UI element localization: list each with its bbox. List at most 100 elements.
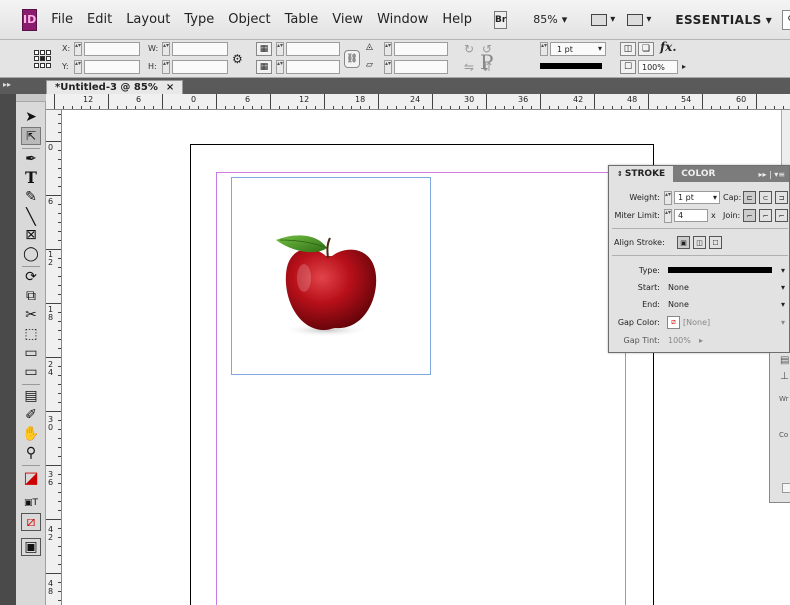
vertical-scrollbar[interactable] [781,110,790,170]
w-field[interactable] [172,42,228,56]
x-field[interactable] [84,42,140,56]
gap-tint-value[interactable]: 100% [668,336,691,345]
document-tab[interactable]: *Untitled-3 @ 85% × [46,80,184,94]
drop-shadow-icon[interactable]: ❏ [638,42,654,56]
screen-mode-dropdown[interactable]: ▾ [627,13,651,26]
shear-field[interactable] [394,60,448,74]
chevron-down-icon[interactable]: ▾ [781,300,789,309]
panel-icon[interactable]: ▤ [780,355,789,366]
weight-stepper[interactable]: ▴▾ [664,191,672,205]
panel-menu-icon[interactable]: ▸▸ | ▾≡ [758,166,789,182]
scissors-icon[interactable]: ✂ [21,306,41,324]
effects-icon[interactable]: fx. [660,40,677,54]
x-stepper[interactable]: ▴▾ [74,42,82,56]
vertical-ruler[interactable]: 0 6 1 2 1 8 2 4 3 0 3 6 4 2 4 8 [46,110,62,605]
ellipse-icon[interactable]: ◯ [21,245,41,263]
stroke-weight-stepper[interactable]: ▴▾ [540,42,548,56]
h-stepper[interactable]: ▴▾ [162,60,170,74]
chevron-down-icon[interactable]: ▾ [781,318,789,327]
menu-help[interactable]: Help [442,12,472,27]
tab-stroke[interactable]: ⇕ STROKE [609,166,674,182]
w-stepper[interactable]: ▴▾ [162,42,170,56]
formatting-affects-icon[interactable]: ▣T [21,494,41,512]
projecting-cap-icon[interactable]: ⊐ [775,191,788,204]
chevron-right-icon[interactable]: ▸ [699,336,703,345]
bevel-join-icon[interactable]: ⌐ [775,209,788,222]
image-frame[interactable] [231,177,431,375]
butt-cap-icon[interactable]: ⊏ [743,191,756,204]
miter-stepper[interactable]: ▴▾ [664,209,672,223]
bridge-button[interactable]: Br [493,10,508,29]
type-icon[interactable]: T [21,168,41,187]
scale-x-icon[interactable]: ▦ [256,42,272,56]
start-value[interactable]: None [668,283,689,292]
horizontal-ruler[interactable]: 12 6 0 6 12 18 24 30 36 42 48 54 60 [46,94,790,110]
menu-type[interactable]: Type [184,12,214,27]
zoom-dropdown[interactable]: 85% ▾ [533,13,567,26]
note-icon[interactable]: ▤ [21,387,41,405]
gap-color-value[interactable]: [None] [683,318,710,327]
zoom-icon[interactable]: ⚲ [21,444,41,462]
constrain-proportions-icon[interactable]: ⚙ [232,52,243,66]
scale-y-field[interactable] [286,60,340,74]
scale-x-field[interactable] [286,42,340,56]
hand-icon[interactable]: ✋ [21,425,41,443]
menu-view[interactable]: View [332,12,363,27]
round-cap-icon[interactable]: ⊂ [759,191,772,204]
shear-stepper[interactable]: ▴▾ [384,60,392,74]
view-options-dropdown[interactable]: ▾ [591,13,615,26]
tools-panel-grip[interactable] [16,94,46,102]
h-field[interactable] [172,60,228,74]
menu-object[interactable]: Object [228,12,270,27]
menu-file[interactable]: File [51,12,73,27]
scale-y-stepper[interactable]: ▴▾ [276,60,284,74]
screen-mode-icon[interactable]: ▣ [21,538,41,556]
stroke-type-swatch[interactable] [540,63,602,69]
gradient-feather-icon[interactable]: ▭ [21,363,41,381]
tab-color[interactable]: COLOR [673,166,723,182]
y-field[interactable] [84,60,140,74]
eyedropper-icon[interactable]: ✐ [21,406,41,424]
scale-x-stepper[interactable]: ▴▾ [276,42,284,56]
scale-y-icon[interactable]: ▦ [256,60,272,74]
fill-icon[interactable]: ◫ [620,42,636,56]
scale-tool-icon[interactable]: ⧉ [21,287,41,305]
flip-horizontal-icon[interactable]: ⇋ [464,60,474,74]
align-inside-icon[interactable]: ◫ [693,236,706,249]
align-center-icon[interactable]: ▣ [677,236,690,249]
round-join-icon[interactable]: ⌐ [759,209,772,222]
black-arrow-icon[interactable]: ➤ [21,108,41,126]
y-stepper[interactable]: ▴▾ [74,60,82,74]
close-icon[interactable]: × [166,82,174,93]
free-transform-icon[interactable]: ⬚ [21,325,41,343]
pencil-icon[interactable]: ✎ [21,188,41,206]
apply-none-icon[interactable]: ⧄ [21,513,41,531]
stroke-type-swatch[interactable] [668,267,772,273]
gradient-icon[interactable]: ▭ [21,344,41,362]
end-value[interactable]: None [668,300,689,309]
rotate-field[interactable] [394,42,448,56]
menu-edit[interactable]: Edit [87,12,112,27]
chevron-right-icon[interactable]: ▸ [682,62,686,71]
panel-icon[interactable]: ⊥ [780,371,789,382]
rectangle-frame-icon[interactable]: ⊠ [21,226,41,244]
lock-scale-icon[interactable]: ⛓ [344,50,360,68]
collapse-panels-icon[interactable]: ▸▸ [0,80,18,92]
rotate-stepper[interactable]: ▴▾ [384,42,392,56]
align-outside-icon[interactable]: ☐ [709,236,722,249]
chevron-down-icon[interactable]: ▾ [781,266,789,275]
menu-layout[interactable]: Layout [126,12,170,27]
rotate-cw-icon[interactable]: ↻ [464,42,474,56]
checkbox[interactable] [782,483,790,493]
menu-table[interactable]: Table [285,12,319,27]
white-arrow-icon[interactable]: ⇱ [21,127,41,145]
opacity-field[interactable]: 100% [638,60,678,74]
menu-window[interactable]: Window [377,12,428,27]
weight-field[interactable]: 1 pt ▾ [674,191,720,204]
workspace-switcher[interactable]: ESSENTIALS ▾ [675,13,772,27]
fill-stroke-swatch-icon[interactable]: ◪ [21,468,41,487]
reference-point-icon[interactable] [34,50,52,68]
miter-field[interactable]: 4 [674,209,708,222]
search-input[interactable]: ⚲ [782,9,790,30]
chevron-down-icon[interactable]: ▾ [781,283,789,292]
